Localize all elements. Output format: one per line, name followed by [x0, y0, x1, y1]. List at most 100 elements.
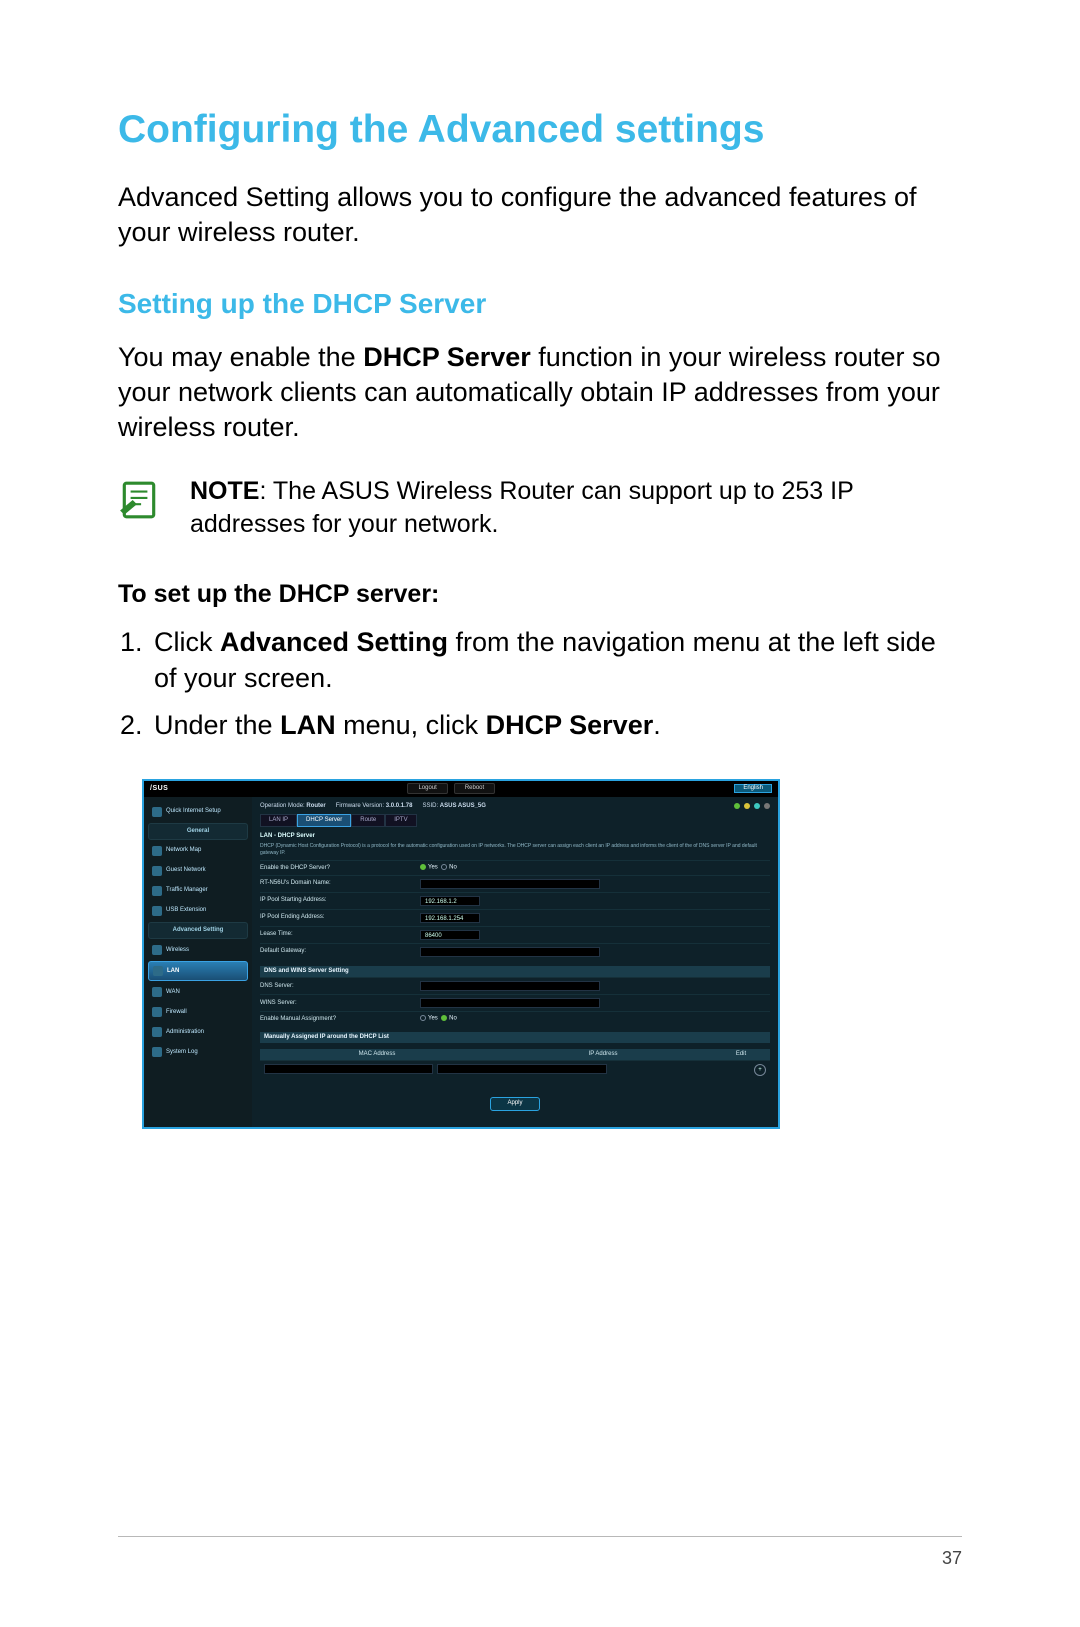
step2-mid: menu, click — [336, 710, 486, 740]
sidebar-item-network-map[interactable]: Network Map — [148, 842, 248, 860]
map-icon — [152, 846, 162, 856]
wrench-icon — [152, 1007, 162, 1017]
lease-input[interactable]: 86400 — [420, 930, 480, 940]
usb-status-icon — [754, 803, 760, 809]
tab-route[interactable]: Route — [351, 814, 385, 827]
error-text — [260, 1087, 770, 1093]
panel-description: DHCP (Dynamic Host Configuration Protoco… — [260, 843, 770, 856]
logout-button[interactable]: Logout — [407, 783, 447, 794]
add-row-button[interactable]: + — [754, 1064, 766, 1076]
row-end-addr: IP Pool Ending Address: 192.168.1.254 — [260, 909, 770, 926]
step1-pre: Click — [154, 627, 220, 657]
sidebar-label: Firewall — [166, 1009, 187, 1016]
step1-bold: Advanced Setting — [220, 627, 448, 657]
domain-input[interactable] — [420, 879, 600, 889]
page-heading: Configuring the Advanced settings — [118, 108, 962, 152]
fw-label: Firmware Version: — [336, 803, 384, 809]
end-label: IP Pool Ending Address: — [260, 914, 420, 921]
apply-button[interactable]: Apply — [490, 1097, 539, 1110]
sidebar-label: Traffic Manager — [166, 887, 208, 894]
dns-input[interactable] — [420, 981, 600, 991]
row-wins: WINS Server: — [260, 994, 770, 1011]
router-status-line: Operation Mode: Router Firmware Version:… — [260, 803, 770, 810]
sidebar-item-wireless[interactable]: Wireless — [148, 941, 248, 959]
manual-list-heading: Manually Assigned IP around the DHCP Lis… — [260, 1032, 770, 1043]
users-icon — [152, 866, 162, 876]
sidebar-label: System Log — [166, 1049, 198, 1056]
gateway-input[interactable] — [420, 947, 600, 957]
step-2: Under the LAN menu, click DHCP Server. — [150, 708, 962, 743]
wins-input[interactable] — [420, 998, 600, 1008]
language-select[interactable]: English — [734, 784, 772, 793]
sidebar-label: LAN — [167, 968, 179, 975]
wrench-icon — [152, 1027, 162, 1037]
sidebar-label: Network Map — [166, 847, 201, 854]
manual-label: Enable Manual Assignment? — [260, 1016, 420, 1023]
step2-bold2: DHCP Server — [486, 710, 654, 740]
row-gateway: Default Gateway: — [260, 943, 770, 960]
note-label: NOTE — [190, 477, 259, 505]
radio-no[interactable] — [441, 864, 447, 870]
meter-icon — [152, 886, 162, 896]
sidebar-item-traffic-manager[interactable]: Traffic Manager — [148, 882, 248, 900]
row-enable-dhcp: Enable the DHCP Server? Yes No — [260, 860, 770, 875]
row-domain-name: RT-N56U's Domain Name: — [260, 875, 770, 892]
sidebar-label: Administration — [166, 1029, 204, 1036]
intro-paragraph: Advanced Setting allows you to configure… — [118, 180, 962, 250]
steps-heading: To set up the DHCP server: — [118, 580, 962, 609]
radio-yes[interactable] — [420, 864, 426, 870]
radio-manual-yes[interactable] — [420, 1015, 426, 1021]
step2-bold1: LAN — [280, 710, 336, 740]
sidebar-qis-label: Quick Internet Setup — [166, 808, 221, 815]
sidebar-item-guest-network[interactable]: Guest Network — [148, 862, 248, 880]
start-label: IP Pool Starting Address: — [260, 897, 420, 904]
status-icon — [734, 803, 740, 809]
sidebar-item-wan[interactable]: WAN — [148, 983, 248, 1001]
dns-label: DNS Server: — [260, 983, 420, 990]
sidebar-item-system-log[interactable]: System Log — [148, 1043, 248, 1061]
gateway-label: Default Gateway: — [260, 948, 420, 955]
ip-input[interactable] — [437, 1064, 606, 1074]
end-input[interactable]: 192.168.1.254 — [420, 913, 480, 923]
sidebar-item-administration[interactable]: Administration — [148, 1023, 248, 1041]
footer-rule — [118, 1536, 962, 1537]
status-icon — [764, 803, 770, 809]
status-icon — [744, 803, 750, 809]
note-icon — [118, 479, 160, 521]
col-mac: MAC Address — [264, 1051, 490, 1058]
lease-label: Lease Time: — [260, 931, 420, 938]
sidebar-section-advanced: Advanced Setting — [148, 922, 248, 939]
start-input[interactable]: 192.168.1.2 — [420, 896, 480, 906]
tab-lan-ip[interactable]: LAN IP — [260, 814, 297, 827]
no-label: No — [449, 1016, 457, 1022]
sidebar-item-firewall[interactable]: Firewall — [148, 1003, 248, 1021]
sidebar-section-general: General — [148, 823, 248, 840]
router-main: Operation Mode: Router Firmware Version:… — [252, 797, 778, 1127]
sidebar-qis[interactable]: Quick Internet Setup — [148, 803, 248, 821]
row-dns: DNS Server: — [260, 977, 770, 994]
note-body: : The ASUS Wireless Router can support u… — [190, 477, 853, 538]
section-heading: Setting up the DHCP Server — [118, 288, 962, 320]
yes-label: Yes — [428, 1016, 438, 1022]
wrench-icon — [152, 1047, 162, 1057]
sidebar-item-usb-extension[interactable]: USB Extension — [148, 902, 248, 920]
no-label: No — [449, 865, 457, 871]
yes-label: Yes — [428, 865, 438, 871]
radio-manual-no[interactable] — [441, 1015, 447, 1021]
sidebar-label: USB Extension — [166, 907, 206, 914]
steps-list: Click Advanced Setting from the navigati… — [118, 625, 962, 742]
fw-version: 3.0.0.1.78 — [386, 803, 413, 809]
domain-label: RT-N56U's Domain Name: — [260, 880, 420, 887]
step2-post: . — [653, 710, 661, 740]
step-1: Click Advanced Setting from the navigati… — [150, 625, 962, 695]
mac-input[interactable] — [264, 1064, 433, 1074]
asus-logo: /SUS — [150, 785, 168, 793]
body-bold: DHCP Server — [363, 342, 531, 372]
sidebar-item-lan[interactable]: LAN — [148, 961, 248, 981]
router-topbar: /SUS Logout Reboot English — [144, 781, 778, 797]
reboot-button[interactable]: Reboot — [454, 783, 495, 794]
router-sidebar: Quick Internet Setup General Network Map… — [144, 797, 252, 1127]
tab-dhcp-server[interactable]: DHCP Server — [297, 814, 351, 827]
note-text: NOTE: The ASUS Wireless Router can suppo… — [190, 475, 962, 540]
tab-iptv[interactable]: IPTV — [385, 814, 416, 827]
